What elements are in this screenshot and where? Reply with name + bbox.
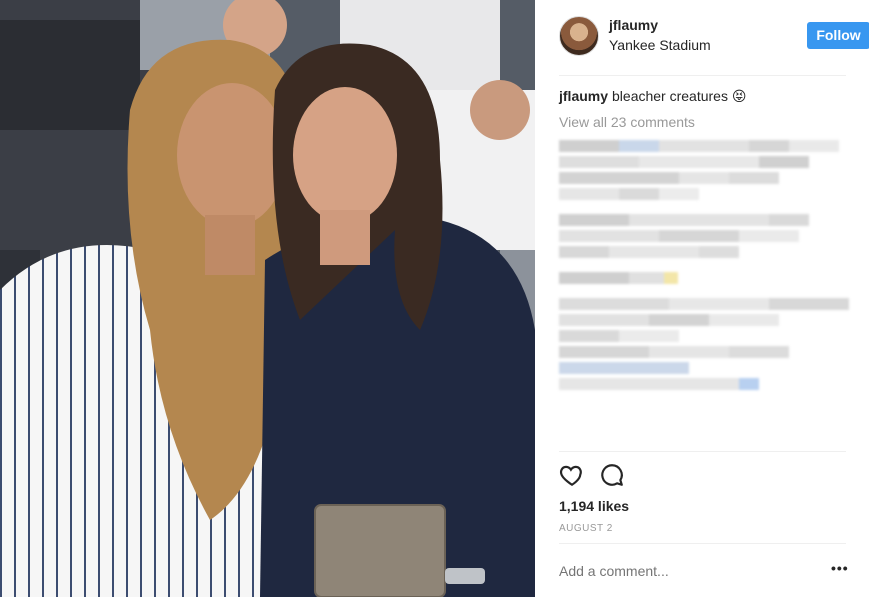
list-item [559, 188, 854, 200]
view-all-comments-link[interactable]: View all 23 comments [559, 114, 695, 130]
list-item [559, 272, 854, 284]
post-photo[interactable] [0, 0, 535, 597]
list-item [559, 214, 854, 226]
header-divider [559, 75, 846, 76]
post-location[interactable]: Yankee Stadium [609, 37, 711, 53]
list-item [559, 140, 854, 152]
post-date: AUGUST 2 [559, 523, 613, 534]
photo-illustration [0, 0, 535, 597]
list-item [559, 298, 854, 310]
list-item [559, 346, 854, 358]
add-comment-input[interactable] [559, 563, 799, 579]
more-options-icon[interactable]: ••• [831, 560, 849, 576]
list-item [559, 378, 854, 390]
comments-list [559, 140, 854, 394]
list-item [559, 362, 854, 374]
list-item [559, 172, 854, 184]
post-panel: jflaumy Yankee Stadium Follow jflaumy ble… [535, 0, 869, 597]
follow-button[interactable]: Follow [807, 22, 869, 49]
avatar[interactable] [559, 16, 599, 56]
post-caption: jflaumy bleacher creatures 😝 [559, 88, 746, 105]
list-item [559, 230, 854, 242]
caption-username[interactable]: jflaumy [559, 88, 608, 104]
post-header: jflaumy Yankee Stadium Follow [559, 16, 869, 64]
list-item [559, 314, 854, 326]
post-username[interactable]: jflaumy [609, 17, 658, 33]
heart-icon[interactable] [559, 462, 587, 490]
caption-text: bleacher creatures 😝 [612, 88, 747, 104]
list-item [559, 246, 854, 258]
likes-count[interactable]: 1,194 likes [559, 498, 629, 514]
list-item [559, 156, 854, 168]
comment-icon[interactable] [599, 462, 627, 490]
list-item [559, 330, 854, 342]
comments-divider [559, 451, 846, 452]
footer-divider [559, 543, 846, 544]
